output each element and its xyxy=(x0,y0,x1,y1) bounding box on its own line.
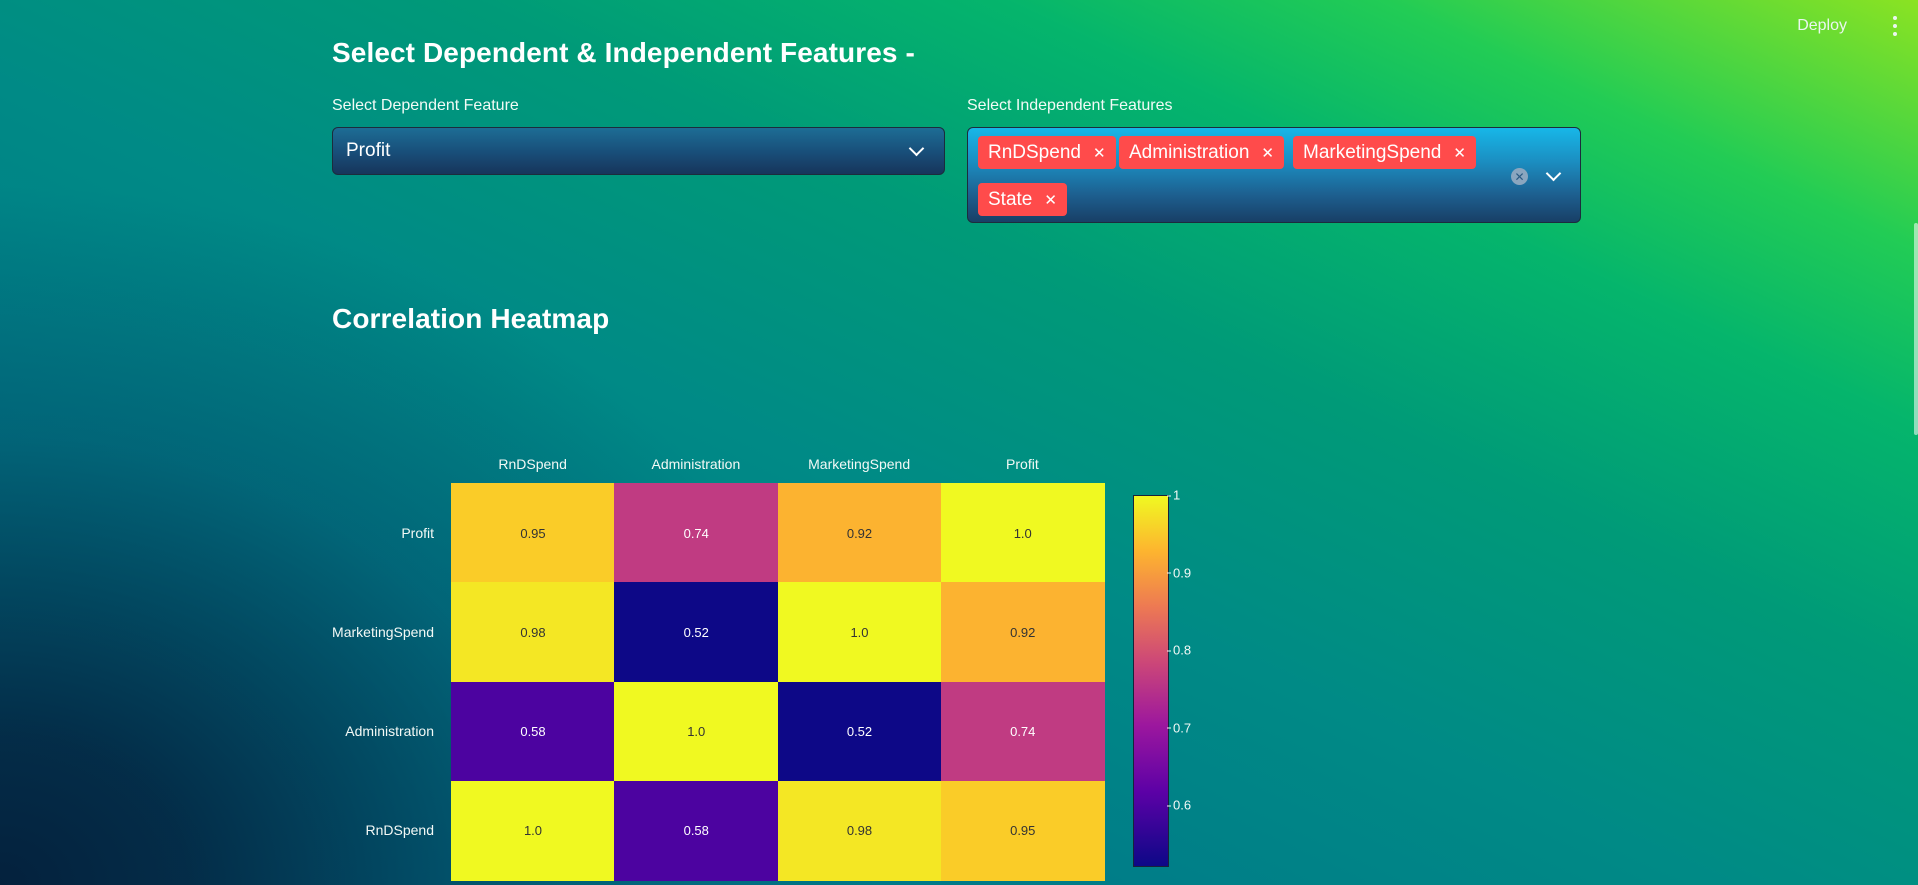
tag-administration: Administration ✕ xyxy=(1119,136,1284,169)
heatmap-x-label: RnDSpend xyxy=(498,456,567,472)
tag-label: Administration xyxy=(1129,141,1250,163)
tag-label: State xyxy=(988,188,1033,210)
colorbar-tick-label: 0.7 xyxy=(1166,720,1192,735)
kebab-menu-icon[interactable] xyxy=(1892,16,1898,36)
dependent-feature-select[interactable]: Profit xyxy=(332,127,945,175)
heatmap-cell[interactable]: 1.0 xyxy=(777,582,942,683)
remove-tag-icon[interactable]: ✕ xyxy=(1093,144,1106,162)
remove-tag-icon[interactable]: ✕ xyxy=(1044,191,1057,209)
tag-label: MarketingSpend xyxy=(1303,141,1442,163)
colorbar-tick-label: 0.8 xyxy=(1166,642,1192,658)
tag-marketingspend: MarketingSpend ✕ xyxy=(1293,136,1476,169)
heatmap-cell[interactable]: 0.98 xyxy=(451,582,615,683)
heatmap-cell[interactable]: 0.74 xyxy=(614,483,779,583)
dependent-feature-value: Profit xyxy=(346,140,391,161)
independent-features-multiselect[interactable]: RnDSpend ✕ Administration ✕ MarketingSpe… xyxy=(967,127,1581,223)
colorbar-tick-label: 1 xyxy=(1166,487,1181,503)
clear-all-icon[interactable]: ✕ xyxy=(1511,168,1528,185)
colorbar-tick-label: 0.9 xyxy=(1166,565,1192,580)
heatmap-colorbar xyxy=(1133,495,1169,867)
tag-rndspend: RnDSpend ✕ xyxy=(978,136,1116,169)
heatmap-cell[interactable]: 1.0 xyxy=(614,681,779,782)
heatmap-cell[interactable]: 1.0 xyxy=(940,483,1105,583)
heatmap-cell[interactable]: 0.52 xyxy=(614,582,779,683)
heatmap-cell[interactable]: 0.58 xyxy=(451,681,615,782)
independent-features-label: Select Independent Features xyxy=(967,97,1173,114)
chevron-down-icon[interactable] xyxy=(908,140,925,157)
heatmap-y-label: RnDSpend xyxy=(365,822,435,839)
heatmap-x-label: MarketingSpend xyxy=(808,456,911,472)
colorbar-tick-label: 0.6 xyxy=(1166,797,1192,813)
remove-tag-icon[interactable]: ✕ xyxy=(1261,144,1274,162)
heatmap-cell[interactable]: 1.0 xyxy=(451,780,615,881)
heatmap-y-label: Administration xyxy=(345,723,434,740)
heatmap-cell[interactable]: 0.74 xyxy=(940,681,1105,782)
remove-tag-icon[interactable]: ✕ xyxy=(1453,144,1466,162)
heatmap-cell[interactable]: 0.92 xyxy=(777,483,942,583)
tag-label: RnDSpend xyxy=(988,141,1081,163)
heatmap-cell[interactable]: 0.58 xyxy=(614,780,779,881)
heatmap-cell[interactable]: 0.95 xyxy=(940,780,1105,881)
features-heading: Select Dependent & Independent Features … xyxy=(332,37,915,68)
heatmap-cell[interactable]: 0.98 xyxy=(777,780,942,881)
dependent-feature-label: Select Dependent Feature xyxy=(332,97,519,114)
heatmap-cell[interactable]: 0.52 xyxy=(777,681,942,782)
chevron-down-icon[interactable] xyxy=(1545,165,1562,182)
heatmap-x-label: Administration xyxy=(651,456,741,472)
tag-state: State ✕ xyxy=(978,183,1067,216)
heatmap-x-label: Profit xyxy=(1006,456,1039,472)
heatmap-cell[interactable]: 0.92 xyxy=(940,582,1105,683)
page-scrollbar[interactable] xyxy=(1914,223,1918,435)
deploy-button[interactable]: Deploy xyxy=(1797,17,1847,35)
heatmap-y-label: MarketingSpend xyxy=(332,623,434,640)
heatmap-y-label: Profit xyxy=(401,524,434,541)
heatmap-cell[interactable]: 0.95 xyxy=(451,483,615,583)
heatmap-heading: Correlation Heatmap xyxy=(332,303,610,334)
